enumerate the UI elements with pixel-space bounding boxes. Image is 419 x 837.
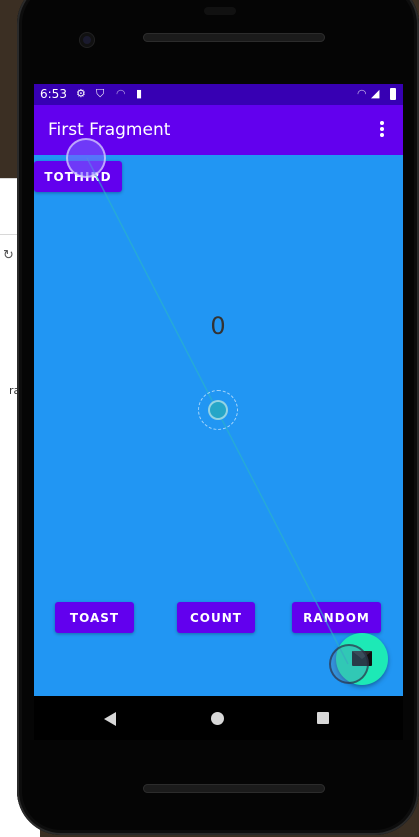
battery-icon (390, 88, 396, 100)
random-button[interactable]: RANDOM (292, 602, 381, 633)
more-vert-icon[interactable] (377, 121, 387, 139)
app-screen: 6:53 ⚙ ⛉ ◠ ▮ ◠ ◢ First Fragment TOTHIRD … (34, 84, 403, 696)
wifi-off-icon: ◠ (116, 87, 126, 100)
touch-indicator-end (329, 644, 369, 684)
touch-indicator-start (66, 138, 106, 178)
bottom-speaker (143, 784, 325, 793)
counter-value: 0 (210, 312, 226, 340)
recents-icon[interactable] (317, 712, 329, 724)
touch-indicator-mid (208, 400, 228, 420)
home-icon[interactable] (211, 712, 224, 725)
sd-card-icon: ▮ (136, 87, 143, 100)
back-icon[interactable] (104, 712, 116, 726)
refresh-icon: ↻ (3, 248, 14, 263)
sensor-notch (204, 7, 236, 15)
count-button[interactable]: COUNT (177, 602, 255, 633)
front-camera-icon (80, 33, 94, 47)
earpiece-speaker (143, 33, 325, 42)
status-bar: 6:53 ⚙ ⛉ ◠ ▮ ◠ ◢ (34, 84, 403, 105)
status-time: 6:53 (40, 87, 67, 101)
page-title: First Fragment (48, 120, 171, 140)
signal-icon: ◢ (371, 87, 380, 100)
gear-icon: ⚙ (76, 87, 86, 100)
toast-button[interactable]: TOAST (55, 602, 134, 633)
wifi-icon: ◠ (357, 87, 367, 100)
shield-icon: ⛉ (96, 87, 105, 100)
navigation-bar (34, 696, 403, 740)
